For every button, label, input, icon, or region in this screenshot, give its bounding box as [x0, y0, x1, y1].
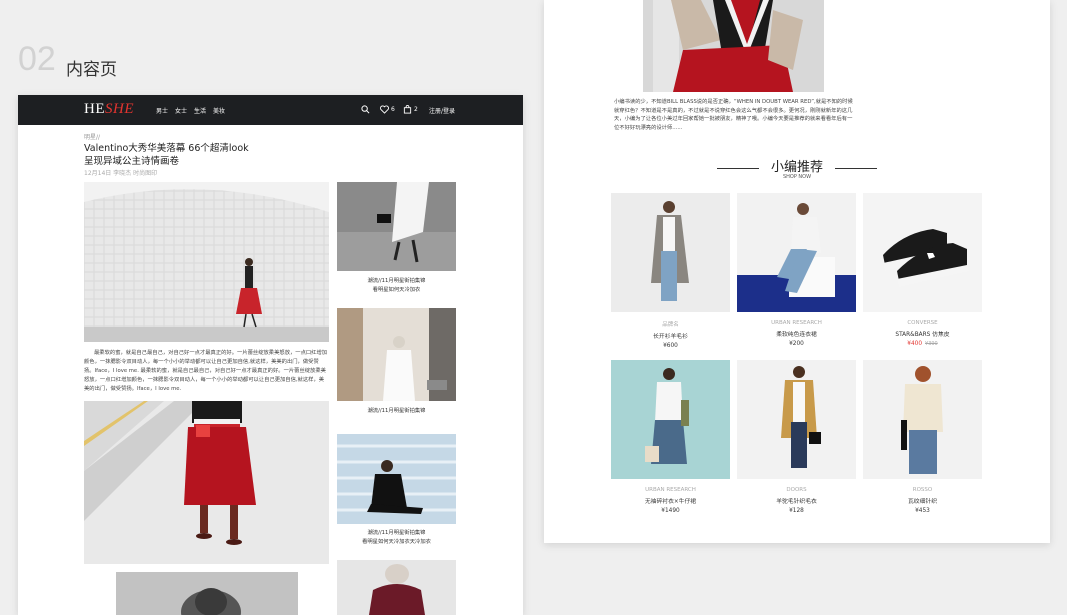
product-brand: ROSSO — [912, 487, 933, 493]
product-brand: 品牌名 — [662, 322, 679, 328]
side-photo-2[interactable] — [337, 308, 456, 401]
product-name[interactable]: 瓦纹细针织 — [863, 496, 982, 505]
product-brand: DOORS — [786, 487, 807, 493]
product-card[interactable]: CONVERSE STAR&BARS 仿焦皮 ¥400 ¥390 — [863, 193, 982, 347]
article-title: Valentino大秀华美落幕 66个超清look 呈现异域公主诗情画卷 — [84, 143, 249, 167]
logo[interactable]: HESHE — [84, 101, 134, 118]
side-caption-3[interactable]: 潮流//11月明星街拍集锦 看明星如何天冷加衣天冷加衣 — [337, 529, 456, 547]
product-card[interactable]: URBAN RESEARCH 柔软纯色连衣裙 ¥200 — [737, 193, 856, 347]
product-card[interactable]: URBAN RESEARCH 无袖碎衬衣×牛仔裙 ¥1490 — [611, 360, 730, 514]
top-nav: HESHE 男士 女士 生活 美妆 6 2 注册/登录 — [18, 95, 523, 125]
product-old-price: ¥390 — [925, 341, 938, 347]
article-page-mockup: HESHE 男士 女士 生活 美妆 6 2 注册/登录 明星// Valenti… — [18, 95, 523, 615]
article-paragraph: 最柔软的蜜，就是自己最自己，对自己好一点才最真正的好。一片蕾丝绽放柔美怒放，一点… — [84, 350, 328, 392]
heart-icon[interactable] — [380, 105, 389, 116]
product-card[interactable]: DOORS 羊驼毛针织毛衣 ¥128 — [737, 360, 856, 514]
product-name[interactable]: 无袖碎衬衣×牛仔裙 — [611, 496, 730, 505]
side-photo-3[interactable] — [337, 434, 456, 524]
product-card[interactable]: ROSSO 瓦纹细针织 ¥453 — [863, 360, 982, 514]
product-price: ¥1490 — [661, 508, 680, 514]
breadcrumb[interactable]: 明星// — [84, 132, 100, 141]
product-price: ¥453 — [915, 508, 930, 514]
nav-item-women[interactable]: 女士 — [175, 106, 187, 115]
product-brand: CONVERSE — [907, 320, 938, 326]
product-image[interactable] — [737, 193, 856, 312]
side-caption-1[interactable]: 潮流//11月明星街拍集锦 看明星如何天冷加衣 — [337, 277, 456, 295]
article-meta: 12月14日 李晓杰 时尚图印 — [84, 170, 158, 177]
product-name[interactable]: 羊驼毛针织毛衣 — [737, 496, 856, 505]
article-photo-3 — [116, 572, 298, 615]
product-name[interactable]: 长开衫羊毛衫 — [611, 331, 730, 340]
nav-item-life[interactable]: 生活 — [194, 106, 206, 115]
search-icon[interactable] — [361, 105, 370, 116]
product-card[interactable]: 品牌名 长开衫羊毛衫 ¥600 — [611, 193, 730, 349]
product-price: ¥200 — [789, 341, 804, 347]
product-name[interactable]: STAR&BARS 仿焦皮 — [863, 329, 982, 338]
product-brand: URBAN RESEARCH — [771, 320, 822, 326]
product-image[interactable] — [863, 193, 982, 312]
product-name[interactable]: 柔软纯色连衣裙 — [737, 329, 856, 338]
detail-photo — [643, 0, 824, 92]
article-photo-1 — [84, 182, 329, 342]
product-brand: URBAN RESEARCH — [645, 487, 696, 493]
fav-count: 6 — [391, 106, 395, 113]
side-caption-2[interactable]: 潮流//11月明星街拍集锦 — [337, 407, 456, 416]
article-photo-2 — [84, 401, 329, 564]
detail-page-mockup: 小编书读的少，不知道BILL BLASS说的是否正确，“WHEN IN DOUB… — [544, 0, 1050, 543]
login-link[interactable]: 注册/登录 — [429, 106, 455, 115]
bag-icon[interactable] — [403, 105, 412, 116]
nav-item-men[interactable]: 男士 — [156, 106, 168, 115]
product-price: ¥128 — [789, 508, 804, 514]
product-image[interactable] — [863, 360, 982, 479]
product-price: ¥600 — [663, 343, 678, 349]
product-image[interactable] — [611, 360, 730, 479]
side-photo-1[interactable] — [337, 182, 456, 271]
product-price: ¥400 ¥390 — [907, 341, 938, 347]
section-title: 内容页 — [66, 60, 117, 80]
nav-item-beauty[interactable]: 美妆 — [213, 106, 225, 115]
detail-paragraph: 小编书读的少，不知道BILL BLASS说的是否正确，“WHEN IN DOUB… — [614, 99, 853, 131]
product-image[interactable] — [611, 193, 730, 312]
section-number: 02 — [18, 40, 56, 78]
recommend-title: 小编推荐 — [770, 160, 823, 175]
bag-count: 2 — [414, 106, 418, 113]
side-photo-4[interactable] — [337, 560, 456, 615]
shop-now-link[interactable]: SHOP NOW — [544, 174, 1050, 180]
product-image[interactable] — [737, 360, 856, 479]
